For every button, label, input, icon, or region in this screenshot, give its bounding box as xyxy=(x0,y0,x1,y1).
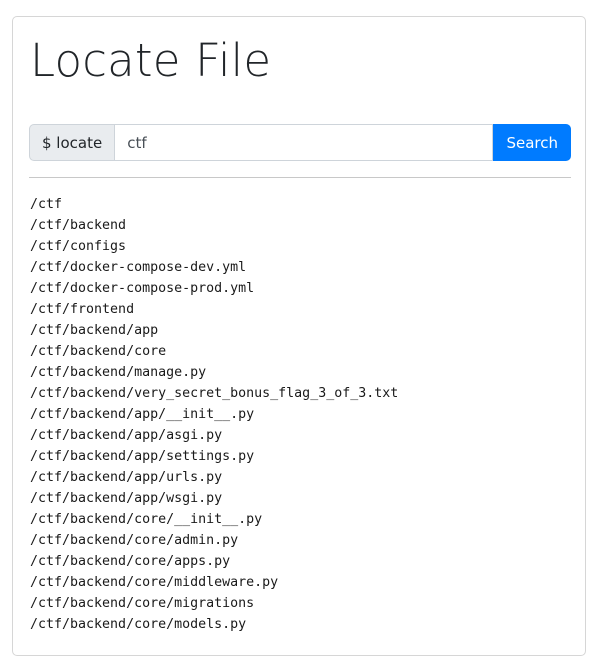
result-item: /ctf/backend/core/admin.py xyxy=(30,533,239,548)
result-item: /ctf/backend/core xyxy=(30,344,167,359)
result-item: /ctf/backend/core/middleware.py xyxy=(30,575,279,590)
result-item: /ctf/backend/app/wsgi.py xyxy=(30,491,223,506)
search-input[interactable] xyxy=(114,124,494,161)
result-item: /ctf/docker-compose-dev.yml xyxy=(30,260,247,275)
results-list: /ctf/ctf/backend/ctf/configs/ctf/docker-… xyxy=(30,194,398,635)
result-item: /ctf/frontend xyxy=(30,302,135,317)
result-item: /ctf/backend/app/asgi.py xyxy=(30,428,223,443)
search-input-group: $ locate Search xyxy=(29,124,571,161)
result-item: /ctf/backend/manage.py xyxy=(30,365,207,380)
result-item: /ctf/backend/very_secret_bonus_flag_3_of… xyxy=(30,386,399,401)
result-item: /ctf/backend/core/apps.py xyxy=(30,554,231,569)
result-item: /ctf/backend/app/settings.py xyxy=(30,449,255,464)
result-item: /ctf/backend/app/urls.py xyxy=(30,470,223,485)
locate-card: Locate File $ locate Search /ctf/ctf/bac… xyxy=(12,16,586,656)
page-title: Locate File xyxy=(30,34,272,87)
search-button[interactable]: Search xyxy=(493,124,571,161)
result-item: /ctf/backend/core/models.py xyxy=(30,617,247,632)
result-item: /ctf/docker-compose-prod.yml xyxy=(30,281,255,296)
command-prefix-label: $ locate xyxy=(29,124,115,161)
result-item: /ctf/backend/app/__init__.py xyxy=(30,407,255,422)
result-item: /ctf/backend/app xyxy=(30,323,159,338)
result-item: /ctf/backend/core/__init__.py xyxy=(30,512,263,527)
result-item: /ctf/backend xyxy=(30,218,127,233)
result-item: /ctf/backend/core/migrations xyxy=(30,596,255,611)
divider xyxy=(29,177,571,178)
result-item: /ctf xyxy=(30,197,63,212)
result-item: /ctf/configs xyxy=(30,239,127,254)
